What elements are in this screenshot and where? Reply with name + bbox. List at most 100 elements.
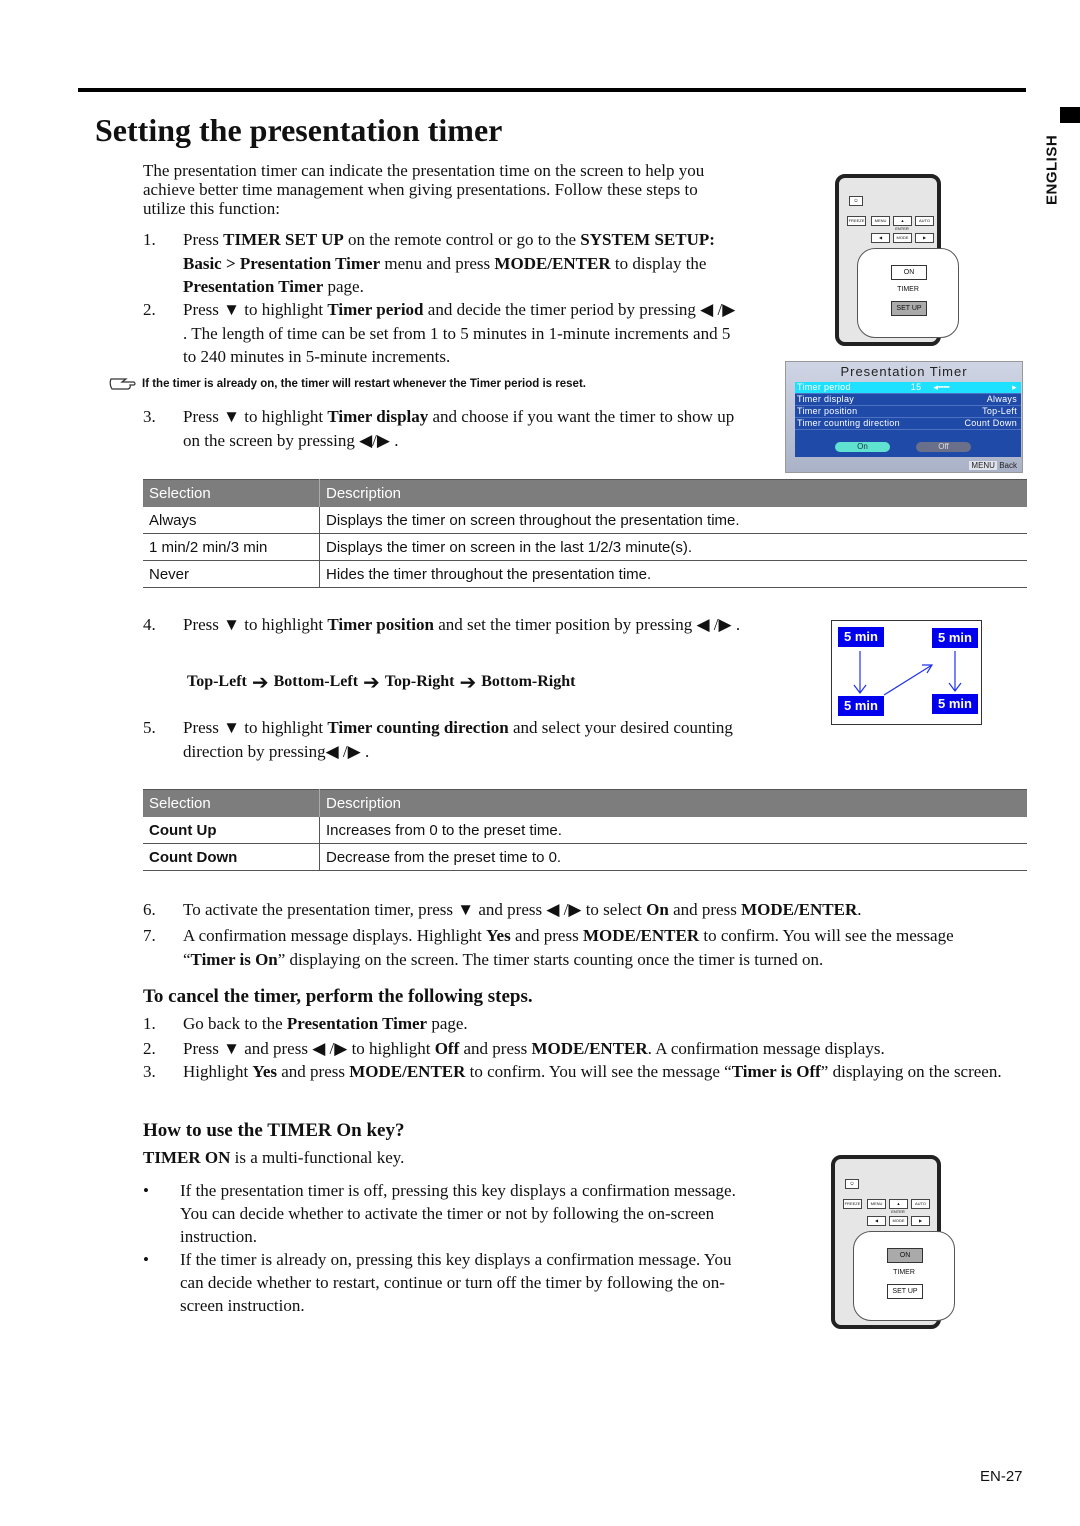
description-cell: Decrease from the preset time to 0. [319, 843, 1027, 871]
step-number: 5. [143, 718, 156, 737]
osd-row-label: Timer counting direction [797, 418, 900, 428]
page-number: EN-27 [980, 1468, 1023, 1485]
bullet-icon: • [143, 1181, 149, 1200]
presentation-timer-osd: Presentation Timer Timer period 15 ◂━━ ▸ Ti… [785, 361, 1023, 473]
bold-term: Presentation Timer [183, 277, 324, 296]
osd-row-label: Timer display [797, 394, 855, 404]
table-row: 1 min/2 min/3 min Displays the timer on s… [143, 533, 1027, 561]
intro-paragraph: The presentation timer can indicate the … [143, 161, 705, 218]
right-button: ▶ [915, 233, 934, 243]
text-run: and press [510, 926, 583, 945]
osd-row-timer-period[interactable]: Timer period 15 ◂━━ ▸ [795, 382, 1021, 394]
table-row: Never Hides the timer throughout the pres… [143, 560, 1027, 588]
table-row: Always Displays the timer on screen throu… [143, 507, 1027, 534]
bold-term: MODE/ENTER [582, 926, 700, 945]
timer-label: TIMER [897, 286, 919, 293]
note: If the timer is already on, the timer wi… [108, 376, 586, 392]
description-cell: Displays the timer on screen throughout … [319, 507, 1027, 534]
text-run: Highlight [183, 1062, 253, 1081]
left-button: ◀ [867, 1216, 886, 1226]
osd-row-label: Timer position [797, 406, 858, 416]
bold-term: Off [434, 1039, 460, 1058]
page-title: Setting the presentation timer [95, 112, 503, 148]
power-button-icon: ⏻ [849, 196, 863, 206]
osd-row-timer-display[interactable]: Timer display Always [795, 394, 1021, 406]
step-number: 3. [143, 1062, 156, 1081]
text-run: and press [668, 900, 742, 919]
bold-term: Yes [252, 1062, 277, 1081]
menu-key: MENU [969, 461, 997, 470]
right-button: ▶ [911, 1216, 930, 1226]
remote-illustration-setup: ⏻ FREEZE MENU ▲ AUTO ENTER ◀ MODE ▶ ON T… [835, 174, 959, 346]
header-selection: Selection [143, 789, 320, 817]
step-text: Highlight Yes and press MODE/ENTER to co… [183, 1060, 1013, 1084]
osd-row-counting-direction[interactable]: Timer counting direction Count Down [795, 418, 1021, 430]
timer-keys-zoom: ON TIMER SET UP [853, 1231, 955, 1321]
left-button: ◀ [871, 233, 890, 243]
osd-title: Presentation Timer [840, 364, 968, 379]
step-text: A confirmation message displays. Highlig… [183, 924, 993, 971]
step-text: To activate the presentation timer, pres… [183, 898, 1033, 922]
mode-button: MODE [889, 1216, 908, 1226]
arrow-down-icon [948, 651, 962, 692]
arrow-diagonal-icon [883, 664, 934, 696]
text-run: Go back to the [183, 1014, 287, 1033]
osd-row-timer-position[interactable]: Timer position Top-Left [795, 406, 1021, 418]
bullet-icon: • [143, 1250, 149, 1269]
step-text: Go back to the Presentation Timer page. [183, 1012, 1033, 1036]
osd-back-hint: MENU Back [969, 461, 1017, 470]
osd-on-button[interactable]: On [835, 442, 890, 452]
position-bottom-left: Bottom-Left [273, 673, 359, 690]
enter-label: ENTER [895, 226, 909, 231]
osd-row-value: Always [986, 394, 1017, 404]
timer-label: TIMER [893, 1269, 915, 1276]
cancel-heading: To cancel the timer, perform the followi… [143, 986, 533, 1007]
auto-button: AUTO [911, 1199, 930, 1209]
bold-term: Timer is On [190, 949, 278, 969]
top-rule [78, 88, 1026, 92]
timer-setup-key: SET UP [887, 1284, 923, 1299]
header-description: Description [319, 479, 1027, 507]
pointing-hand-icon [109, 378, 136, 390]
description-cell: Increases from 0 to the preset time. [319, 817, 1027, 844]
step-text: Press ▼ to highlight Timer counting dire… [183, 716, 753, 763]
bullet-text: If the presentation timer is off, pressi… [180, 1181, 736, 1246]
text-run: Press ▼ to highlight [183, 615, 328, 634]
bold-term: Yes [486, 926, 511, 945]
bold-term: Presentation Timer [286, 1014, 428, 1033]
description-cell: Hides the timer throughout the presentat… [319, 560, 1027, 588]
bold-term: Timer is Off [731, 1062, 821, 1081]
position-arrows [853, 651, 962, 696]
text-run: page. [323, 277, 364, 296]
osd-row-label: Timer period [797, 382, 851, 392]
bullet-item: • If the timer is already on, pressing t… [143, 1248, 743, 1317]
timer-position-diagram: 5 min 5 min 5 min 5 min [831, 620, 982, 725]
osd-off-button[interactable]: Off [916, 442, 971, 452]
step-number: 1. [143, 230, 156, 249]
osd-panel: Timer period 15 ◂━━ ▸ Timer display Always T… [795, 382, 1021, 457]
bold-term: On [646, 900, 669, 919]
selection-cell: 1 min/2 min/3 min [143, 533, 320, 561]
arrow-right-icon: ➔ [251, 670, 269, 694]
arrow-right-icon: ➔ [363, 670, 380, 694]
text-run: A confirmation message displays. Highlig… [183, 926, 487, 945]
timer-on-key: ON [891, 265, 927, 280]
step-number: 6. [143, 900, 156, 919]
text-run: and set the timer position by pressing ◀… [433, 615, 741, 634]
bold-term: Timer display [327, 407, 429, 426]
menu-button: MENU [871, 216, 890, 226]
menu-button: MENU [867, 1199, 886, 1209]
step-text: Press ▼ to highlight Timer display and c… [183, 405, 743, 452]
up-button: ▲ [889, 1199, 908, 1209]
note-text: If the timer is already on, the timer wi… [142, 378, 586, 390]
text-run: on the remote control or go to the [343, 230, 581, 249]
bold-term: MODE/ENTER [741, 900, 858, 919]
text-run: to display the [610, 253, 707, 273]
step-text: Press TIMER SET UP on the remote control… [183, 228, 753, 299]
description-cell: Displays the timer on screen in the last… [319, 533, 1027, 561]
osd-period-value: 15 ◂━━ ▸ [911, 382, 1017, 393]
mode-button: MODE [893, 233, 912, 243]
osd-row-value: 15 [910, 382, 922, 392]
text-run: Press ▼ to highlight [183, 407, 328, 426]
timer-on-key: ON [887, 1248, 923, 1263]
